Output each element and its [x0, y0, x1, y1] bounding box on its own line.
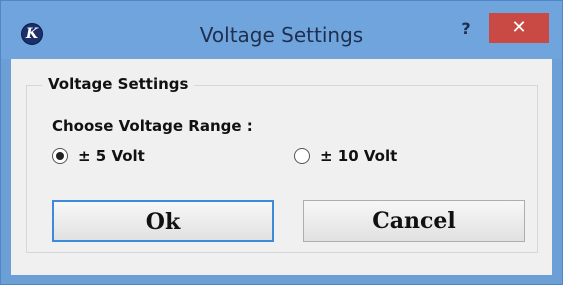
radio-selected-icon[interactable] [52, 148, 68, 164]
radio-unselected-icon[interactable] [294, 148, 310, 164]
help-button[interactable]: ? [453, 17, 479, 41]
close-button[interactable]: ✕ [489, 13, 549, 43]
cancel-button[interactable]: Cancel [303, 200, 525, 242]
group-title: Voltage Settings [42, 74, 195, 94]
radio-5-volt[interactable]: ± 5 Volt [52, 146, 145, 166]
radio-label: ± 10 Volt [320, 147, 398, 165]
ok-button[interactable]: Ok [52, 200, 274, 242]
title-bar[interactable]: K Voltage Settings ? ✕ [1, 1, 562, 59]
radio-label: ± 5 Volt [78, 147, 145, 165]
voltage-range-prompt: Choose Voltage Range : [52, 117, 253, 135]
radio-10-volt[interactable]: ± 10 Volt [294, 146, 397, 166]
